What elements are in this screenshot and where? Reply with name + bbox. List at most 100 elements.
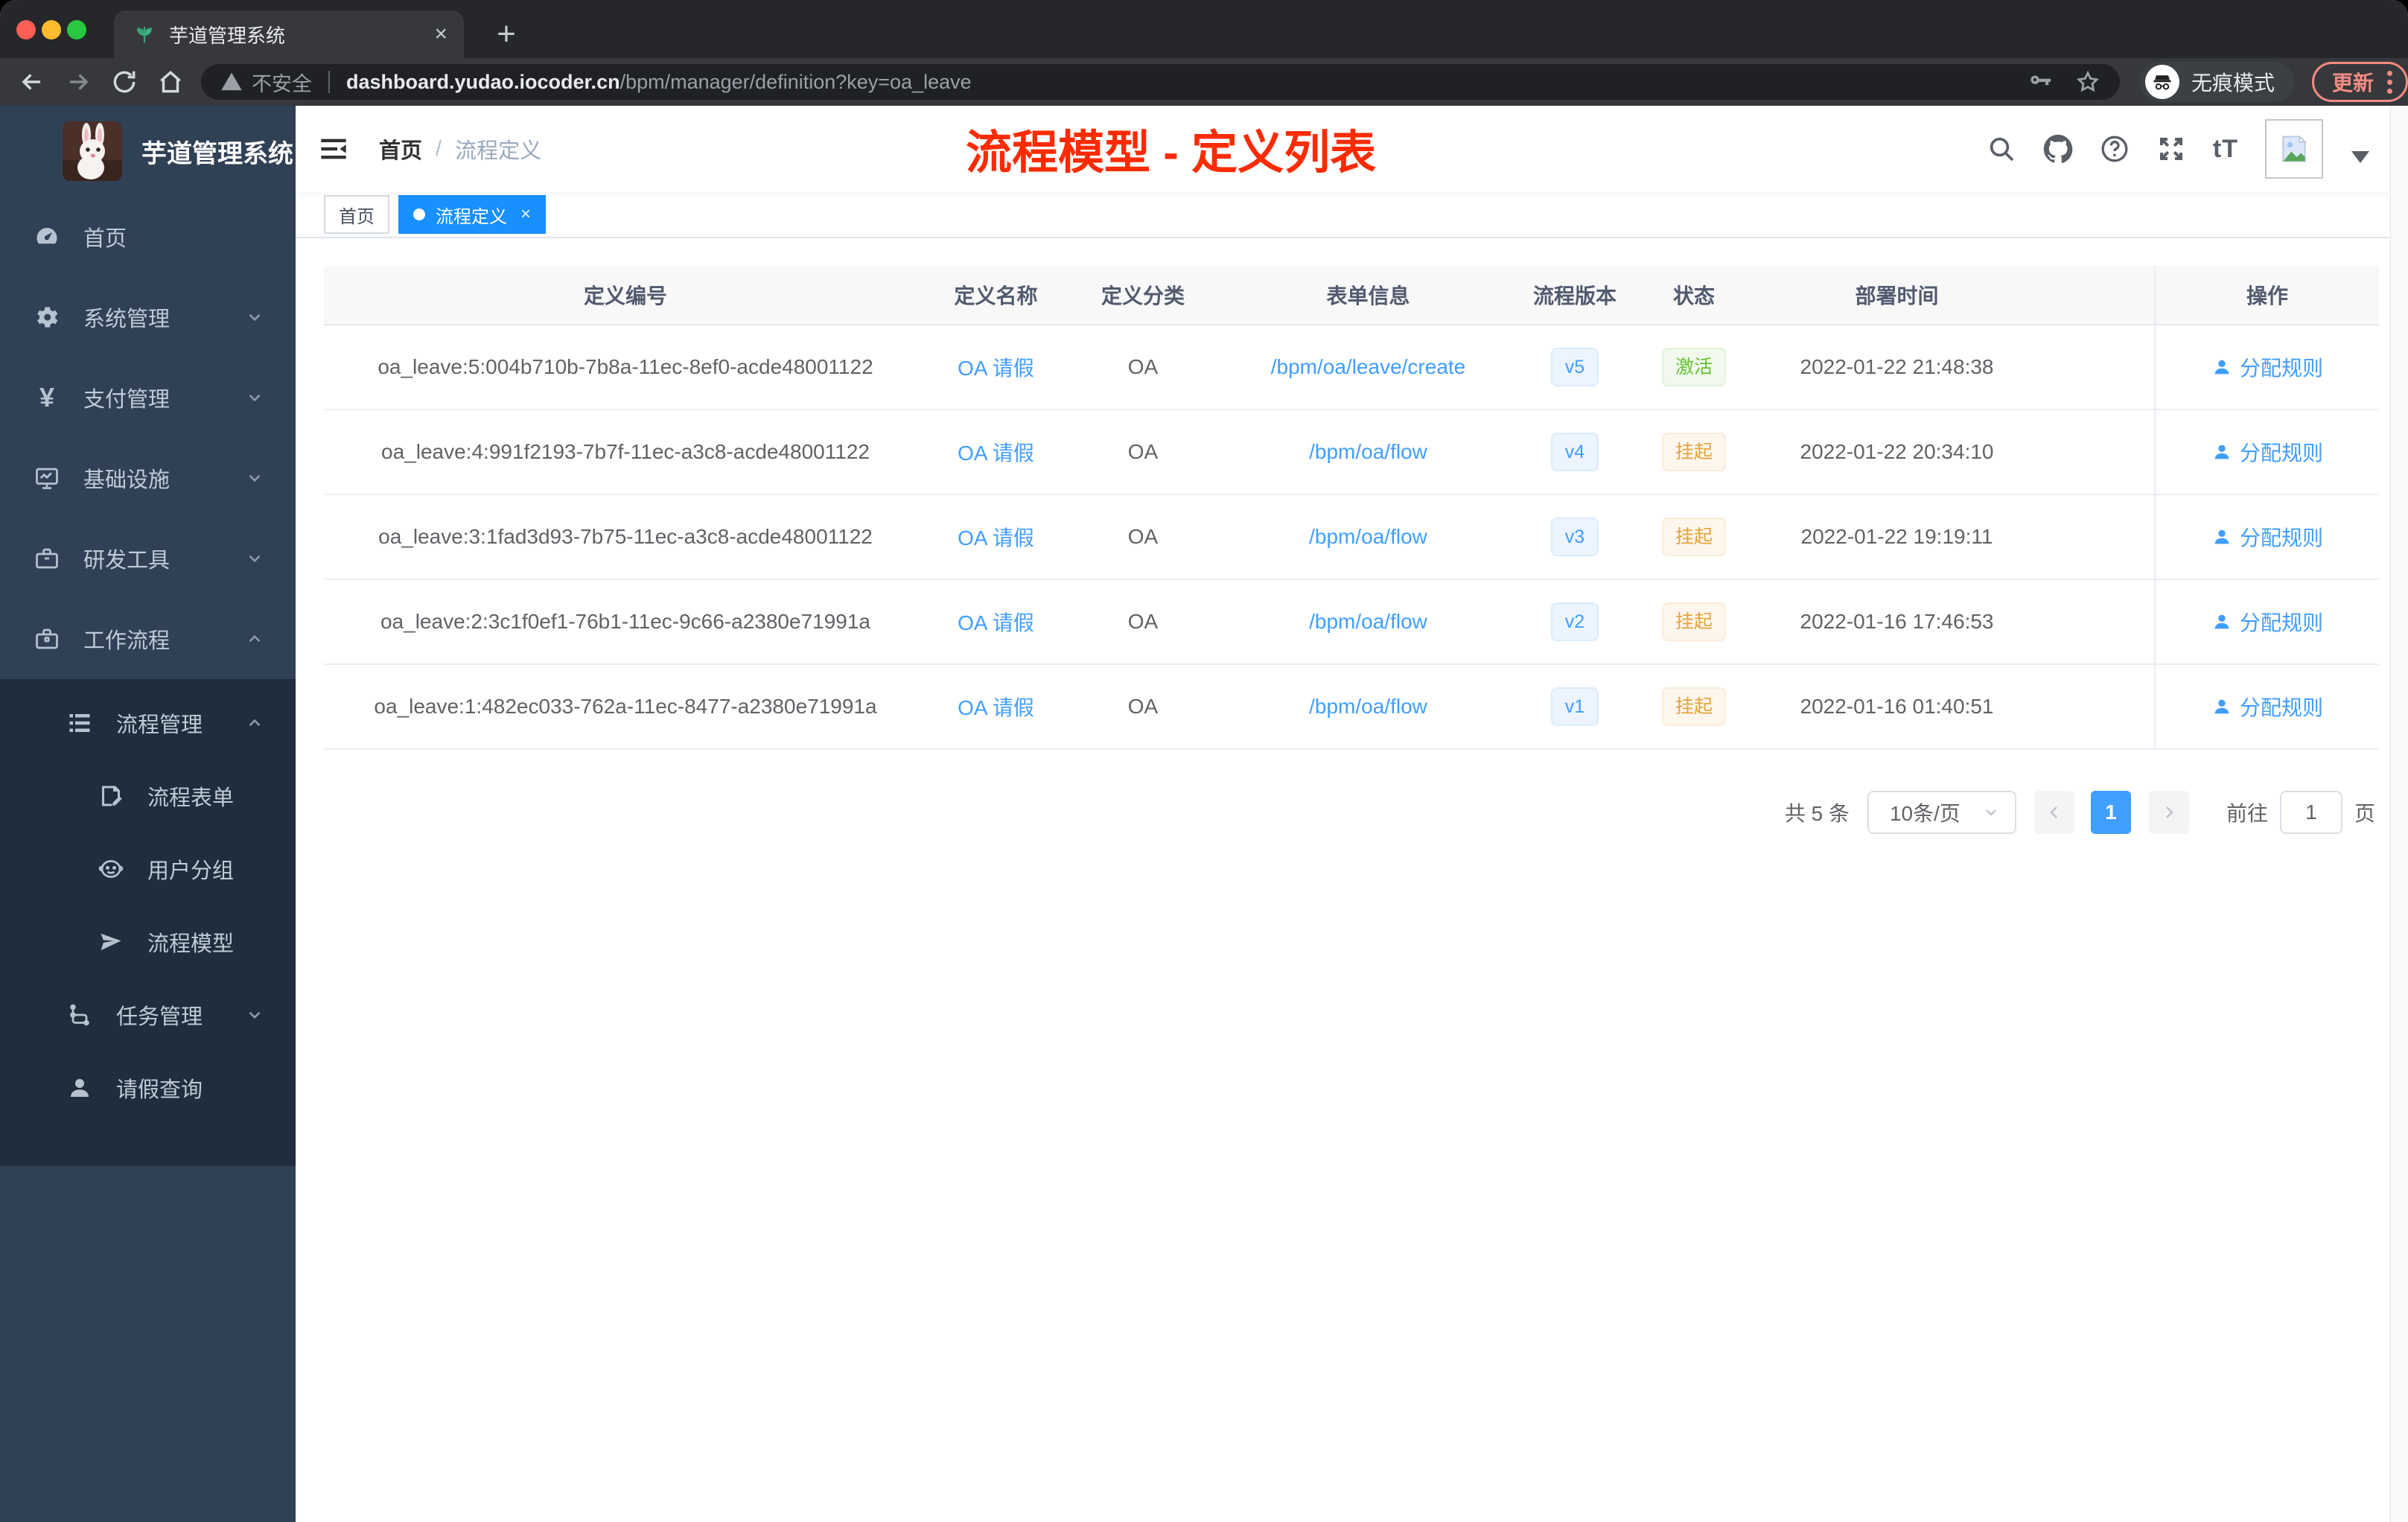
version-badge: v2 xyxy=(1551,602,1599,641)
app-root: 芋道管理系统 首页 系统管理 ¥ 支付管理 基础设施 研发工具 工作流程 流程管… xyxy=(0,106,2408,1522)
browser-tabstrip: 芋道管理系统 × + xyxy=(0,0,2408,58)
tag-process-definition[interactable]: 流程定义 × xyxy=(398,195,547,234)
sidebar-item-user-group[interactable]: 用户分组 xyxy=(0,832,296,905)
sidebar-item-payment[interactable]: ¥ 支付管理 xyxy=(0,357,296,438)
sidebar: 芋道管理系统 首页 系统管理 ¥ 支付管理 基础设施 研发工具 工作流程 流程管… xyxy=(0,106,296,1522)
deploy-time: 2022-01-16 01:40:51 xyxy=(1800,695,1994,718)
sidebar-logo[interactable]: 芋道管理系统 xyxy=(0,106,296,197)
form-link[interactable]: /bpm/oa/leave/create xyxy=(1271,355,1466,379)
sidebar-item-workflow[interactable]: 工作流程 xyxy=(0,599,296,679)
browser-menu-icon[interactable] xyxy=(2387,70,2392,94)
table-row: oa_leave:3:1fad3d93-7b75-11ec-a3c8-acde4… xyxy=(324,495,2379,580)
chevron-left-icon xyxy=(2050,806,2057,818)
main-area: 首页 / 流程定义 流程模型 - 定义列表 tT 首页 流程定义 × 定义编号 … xyxy=(296,106,2408,1522)
forward-icon[interactable] xyxy=(64,68,92,96)
assign-rule-button[interactable]: 分配规则 xyxy=(2211,692,2323,722)
new-tab-button[interactable]: + xyxy=(485,13,527,55)
sidebar-item-process-manage[interactable]: 流程管理 xyxy=(0,687,296,760)
dashboard-icon xyxy=(33,223,61,251)
deploy-time: 2022-01-22 20:34:10 xyxy=(1800,440,1994,463)
sidebar-item-dev-tools[interactable]: 研发工具 xyxy=(0,518,296,599)
window-minimize-button[interactable] xyxy=(42,20,61,39)
breadcrumb-home[interactable]: 首页 xyxy=(379,133,422,165)
status-badge: 挂起 xyxy=(1661,433,1726,471)
status-badge: 挂起 xyxy=(1661,518,1726,556)
definition-name-link[interactable]: OA 请假 xyxy=(958,352,1034,382)
column-header: 定义编号 xyxy=(583,284,667,308)
form-link[interactable]: /bpm/oa/flow xyxy=(1309,525,1427,549)
url-bar[interactable]: 不安全 dashboard.yudao.iocoder.cn/bpm/manag… xyxy=(201,64,2120,100)
sidebar-item-label: 流程管理 xyxy=(116,713,203,737)
definition-category: OA xyxy=(1127,695,1159,718)
table-row: oa_leave:5:004b710b-7b8a-11ec-8ef0-acde4… xyxy=(324,325,2379,410)
goto-page-input[interactable] xyxy=(2279,791,2342,834)
chevron-down-icon xyxy=(249,1011,261,1019)
sidebar-item-label: 请假查询 xyxy=(116,1078,203,1102)
sidebar-fold-icon[interactable] xyxy=(318,134,349,164)
sidebar-item-process-form[interactable]: 流程表单 xyxy=(0,760,296,832)
gear-icon xyxy=(33,303,61,331)
sidebar-item-label: 工作流程 xyxy=(83,629,171,653)
browser-tab[interactable]: 芋道管理系统 × xyxy=(114,10,464,58)
sidebar-item-label: 流程模型 xyxy=(147,932,235,956)
sidebar-item-task-manage[interactable]: 任务管理 xyxy=(0,978,296,1051)
yen-icon: ¥ xyxy=(39,382,55,413)
form-link[interactable]: /bpm/oa/flow xyxy=(1309,695,1427,719)
password-key-icon[interactable] xyxy=(2028,69,2053,95)
sidebar-item-process-model[interactable]: 流程模型 xyxy=(0,905,296,978)
user-icon xyxy=(66,1074,94,1102)
window-close-button[interactable] xyxy=(16,20,36,39)
definition-name-link[interactable]: OA 请假 xyxy=(958,522,1034,552)
definition-category: OA xyxy=(1127,610,1159,633)
sidebar-item-system[interactable]: 系统管理 xyxy=(0,277,296,357)
security-label: 不安全 xyxy=(252,72,312,95)
sidebar-item-home[interactable]: 首页 xyxy=(0,197,296,277)
assign-rule-button[interactable]: 分配规则 xyxy=(2211,352,2323,382)
org-tree-icon xyxy=(66,1001,94,1029)
fullscreen-icon[interactable] xyxy=(2156,134,2186,164)
url-path: /bpm/manager/definition?key=oa_leave xyxy=(619,70,972,93)
form-link[interactable]: /bpm/oa/flow xyxy=(1309,610,1427,634)
page-size-select[interactable]: 10条/页 xyxy=(1867,791,2016,834)
sidebar-item-leave-query[interactable]: 请假查询 xyxy=(0,1051,296,1124)
font-size-icon[interactable]: tT xyxy=(2213,135,2238,164)
column-header: 状态 xyxy=(1672,284,1715,308)
page-number-button[interactable]: 1 xyxy=(2090,791,2131,834)
definition-name-link[interactable]: OA 请假 xyxy=(958,692,1034,722)
browser-update-button[interactable]: 更新 xyxy=(2311,62,2408,102)
user-icon xyxy=(2214,360,2229,375)
window-zoom-button[interactable] xyxy=(67,20,86,39)
bookmark-star-icon[interactable] xyxy=(2075,69,2100,95)
assign-rule-button[interactable]: 分配规则 xyxy=(2211,437,2323,467)
help-icon[interactable] xyxy=(2100,134,2130,164)
column-header: 流程版本 xyxy=(1532,284,1617,308)
form-link[interactable]: /bpm/oa/flow xyxy=(1309,440,1427,464)
search-icon[interactable] xyxy=(1987,134,2016,164)
user-icon xyxy=(2214,445,2229,459)
tab-close-icon[interactable]: × xyxy=(434,22,447,47)
tag-close-icon[interactable]: × xyxy=(520,204,531,225)
pagination: 共 5 条 10条/页 1 前往 页 xyxy=(1785,791,2375,834)
prev-page-button[interactable] xyxy=(2033,791,2074,834)
incognito-badge: 无痕模式 xyxy=(2138,62,2294,102)
avatar[interactable] xyxy=(2265,119,2323,179)
next-page-button[interactable] xyxy=(2148,791,2189,834)
broken-image-icon xyxy=(2282,135,2307,162)
definition-id: oa_leave:4:991f2193-7b7f-11ec-a3c8-acde4… xyxy=(381,440,870,463)
home-icon[interactable] xyxy=(156,68,185,96)
reload-icon[interactable] xyxy=(110,68,138,96)
assign-rule-button[interactable]: 分配规则 xyxy=(2211,607,2323,637)
back-icon[interactable] xyxy=(18,68,46,96)
assign-rule-button[interactable]: 分配规则 xyxy=(2211,522,2323,552)
definition-name-link[interactable]: OA 请假 xyxy=(958,607,1034,637)
toolbox-icon xyxy=(33,544,61,573)
app-title: 芋道管理系统 xyxy=(141,139,293,168)
avatar-dropdown-caret-icon[interactable] xyxy=(2351,151,2369,163)
definition-category: OA xyxy=(1127,525,1159,548)
definition-name-link[interactable]: OA 请假 xyxy=(958,437,1034,467)
active-dot-icon xyxy=(413,208,425,220)
tag-home[interactable]: 首页 xyxy=(324,195,389,234)
github-icon[interactable] xyxy=(2043,134,2073,164)
sidebar-item-infrastructure[interactable]: 基础设施 xyxy=(0,438,296,518)
scrollbar-gutter[interactable] xyxy=(2390,106,2408,1522)
